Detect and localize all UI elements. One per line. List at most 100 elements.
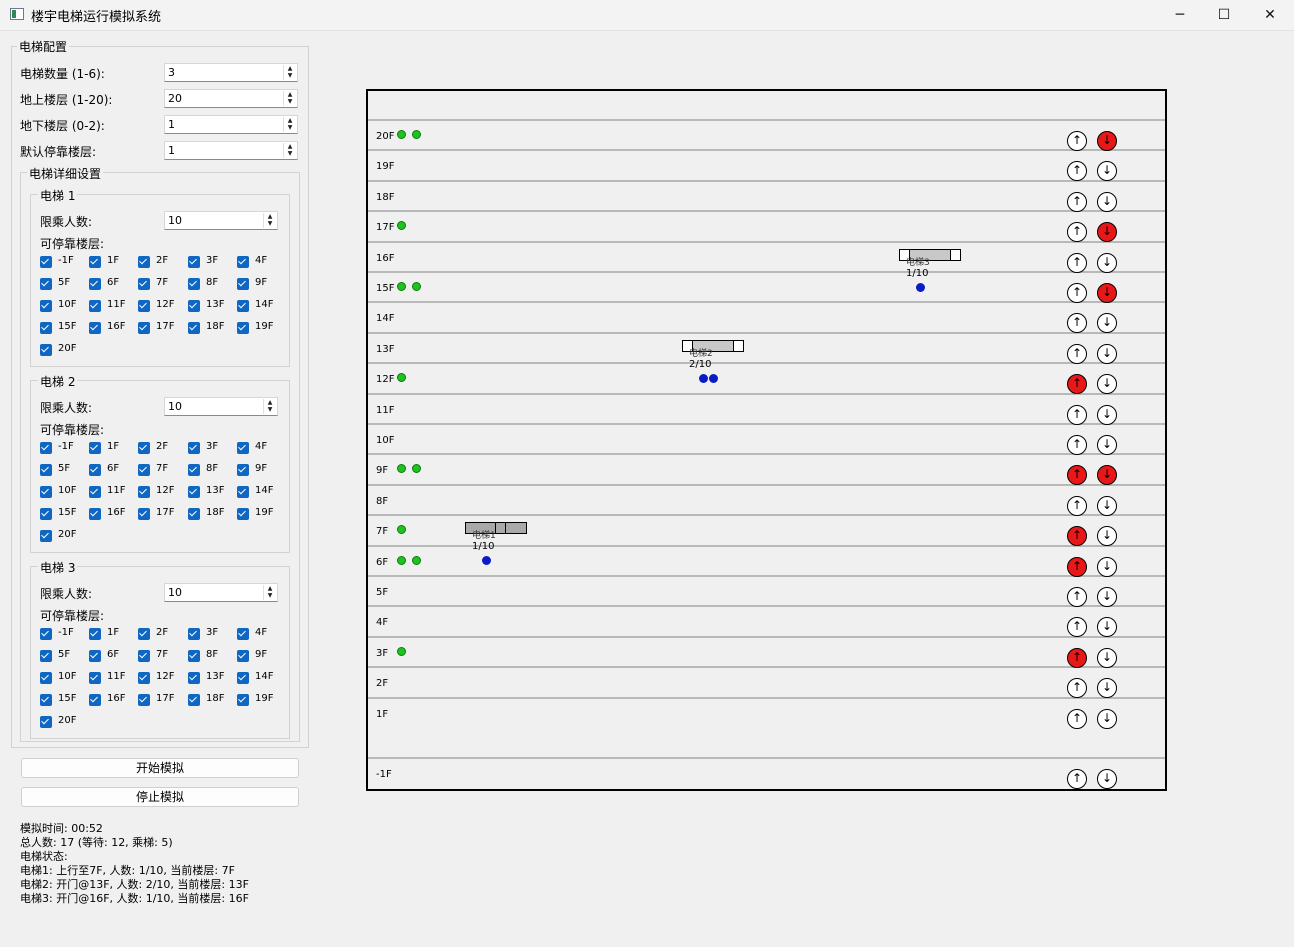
checkbox-checked-icon[interactable] [188,486,200,498]
checkbox-checked-icon[interactable] [89,256,101,268]
checkbox-checked-icon[interactable] [40,694,52,706]
up-call-button[interactable]: ↑ [1067,252,1087,273]
up-call-button[interactable]: ↑ [1067,404,1087,425]
down-call-button[interactable]: ↓ [1097,222,1117,243]
checkbox-checked-icon[interactable] [138,442,150,454]
checkbox-checked-icon[interactable] [89,486,101,498]
checkbox-checked-icon[interactable] [188,442,200,454]
checkbox-checked-icon[interactable] [237,464,249,476]
checkbox-checked-icon[interactable] [89,300,101,312]
checkbox-checked-icon[interactable] [237,672,249,684]
checkbox-checked-icon[interactable] [138,694,150,706]
up-call-button[interactable]: ↑ [1067,647,1087,668]
checkbox-checked-icon[interactable] [188,694,200,706]
above-floors-spinbox[interactable]: 20 ▲ ▼ [164,89,298,108]
up-call-button[interactable]: ↑ [1067,435,1087,455]
maximize-button[interactable]: ☐ [1201,0,1247,30]
close-button[interactable]: ✕ [1247,0,1293,30]
checkbox-checked-icon[interactable] [188,322,200,334]
checkbox-checked-icon[interactable] [40,278,52,290]
checkbox-checked-icon[interactable] [89,628,101,640]
up-call-button[interactable]: ↑ [1067,283,1087,303]
checkbox-checked-icon[interactable] [89,650,101,662]
down-call-button[interactable]: ↓ [1097,343,1117,364]
capacity-spinbox[interactable]: 10 ▲ ▼ [164,211,278,230]
spin-arrows[interactable]: ▲ ▼ [263,585,276,600]
capacity-spinbox[interactable]: 10 ▲ ▼ [164,397,278,416]
up-call-button[interactable]: ↑ [1067,374,1087,395]
start-button[interactable]: 开始模拟 [21,758,299,778]
checkbox-checked-icon[interactable] [89,278,101,290]
down-call-button[interactable]: ↓ [1097,465,1117,486]
down-call-button[interactable]: ↓ [1097,435,1117,455]
checkbox-checked-icon[interactable] [40,344,52,356]
checkbox-checked-icon[interactable] [188,672,200,684]
checkbox-checked-icon[interactable] [237,694,249,706]
down-call-button[interactable]: ↓ [1097,526,1117,547]
down-call-button[interactable]: ↓ [1097,617,1117,638]
checkbox-checked-icon[interactable] [188,464,200,476]
capacity-spinbox[interactable]: 10 ▲ ▼ [164,583,278,602]
down-call-button[interactable]: ↓ [1097,191,1117,212]
checkbox-checked-icon[interactable] [138,650,150,662]
checkbox-checked-icon[interactable] [138,464,150,476]
up-call-button[interactable]: ↑ [1067,769,1087,790]
down-call-button[interactable]: ↓ [1097,708,1117,729]
checkbox-checked-icon[interactable] [188,256,200,268]
checkbox-checked-icon[interactable] [138,628,150,640]
up-call-button[interactable]: ↑ [1067,222,1087,243]
checkbox-checked-icon[interactable] [138,256,150,268]
checkbox-checked-icon[interactable] [138,672,150,684]
down-call-button[interactable]: ↓ [1097,678,1117,699]
checkbox-checked-icon[interactable] [237,486,249,498]
down-call-button[interactable]: ↓ [1097,374,1117,395]
checkbox-checked-icon[interactable] [40,256,52,268]
checkbox-checked-icon[interactable] [138,508,150,520]
up-call-button[interactable]: ↑ [1067,313,1087,334]
up-call-button[interactable]: ↑ [1067,131,1087,151]
up-call-button[interactable]: ↑ [1067,617,1087,638]
up-call-button[interactable]: ↑ [1067,678,1087,699]
down-call-button[interactable]: ↓ [1097,556,1117,577]
spin-arrows[interactable]: ▲ ▼ [283,65,296,80]
checkbox-checked-icon[interactable] [40,716,52,728]
checkbox-checked-icon[interactable] [188,278,200,290]
checkbox-checked-icon[interactable] [188,628,200,640]
checkbox-checked-icon[interactable] [40,322,52,334]
up-call-button[interactable]: ↑ [1067,161,1087,182]
down-call-button[interactable]: ↓ [1097,769,1117,790]
checkbox-checked-icon[interactable] [188,300,200,312]
checkbox-checked-icon[interactable] [237,650,249,662]
up-call-button[interactable]: ↑ [1067,343,1087,364]
checkbox-checked-icon[interactable] [138,278,150,290]
stop-button[interactable]: 停止模拟 [21,787,299,807]
up-call-button[interactable]: ↑ [1067,495,1087,516]
spin-arrows[interactable]: ▲ ▼ [283,143,296,158]
checkbox-checked-icon[interactable] [40,300,52,312]
up-call-button[interactable]: ↑ [1067,587,1087,607]
checkbox-checked-icon[interactable] [237,442,249,454]
below-floors-spinbox[interactable]: 1 ▲ ▼ [164,115,298,134]
checkbox-checked-icon[interactable] [188,650,200,662]
checkbox-checked-icon[interactable] [40,530,52,542]
checkbox-checked-icon[interactable] [138,322,150,334]
checkbox-checked-icon[interactable] [40,628,52,640]
checkbox-checked-icon[interactable] [237,300,249,312]
checkbox-checked-icon[interactable] [237,628,249,640]
elevator-count-spinbox[interactable]: 3 ▲ ▼ [164,63,298,82]
down-call-button[interactable]: ↓ [1097,404,1117,425]
up-call-button[interactable]: ↑ [1067,526,1087,547]
default-floor-spinbox[interactable]: 1 ▲ ▼ [164,141,298,160]
up-call-button[interactable]: ↑ [1067,556,1087,577]
checkbox-checked-icon[interactable] [40,508,52,520]
checkbox-checked-icon[interactable] [237,256,249,268]
spin-arrows[interactable]: ▲ ▼ [263,399,276,414]
up-call-button[interactable]: ↑ [1067,191,1087,212]
down-call-button[interactable]: ↓ [1097,252,1117,273]
checkbox-checked-icon[interactable] [40,486,52,498]
checkbox-checked-icon[interactable] [40,442,52,454]
spin-arrows[interactable]: ▲ ▼ [263,213,276,228]
checkbox-checked-icon[interactable] [89,694,101,706]
checkbox-checked-icon[interactable] [138,486,150,498]
checkbox-checked-icon[interactable] [237,508,249,520]
